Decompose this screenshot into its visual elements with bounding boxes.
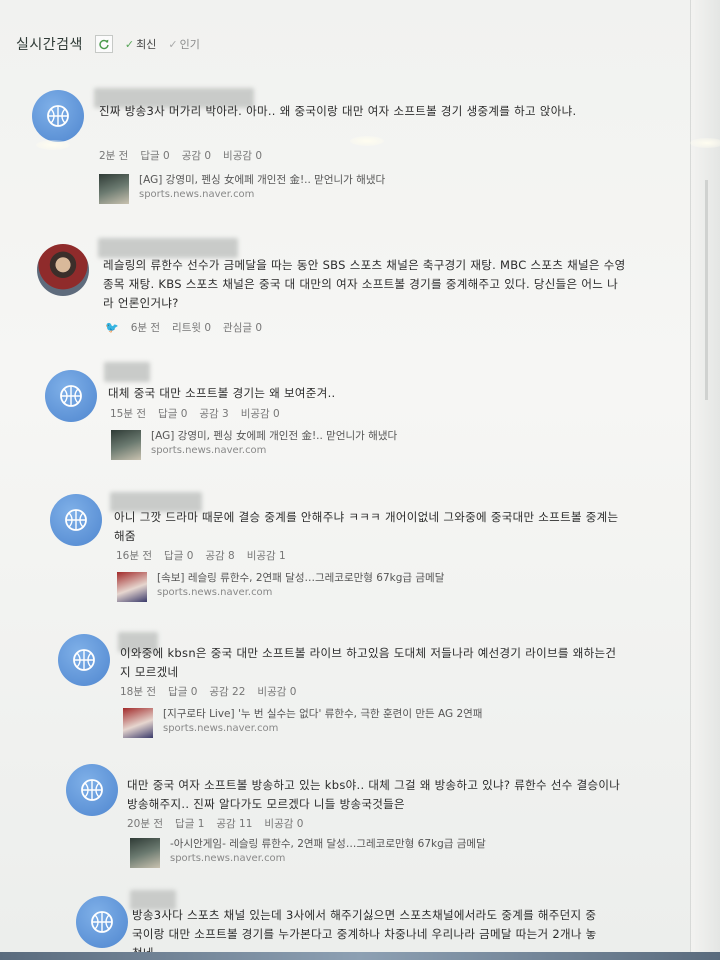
article-thumbnail xyxy=(111,430,141,460)
article-source: sports.news.naver.com xyxy=(163,723,279,734)
basketball-icon xyxy=(60,385,82,407)
article-thumbnail xyxy=(99,174,129,204)
avatar[interactable] xyxy=(76,896,128,948)
post-text: 진짜 방송3사 머가리 박아라. 아마.. 왜 중국이랑 대만 여자 소프트볼 … xyxy=(99,104,577,118)
light-reflection xyxy=(36,140,70,150)
avatar[interactable] xyxy=(37,244,89,296)
basketball-icon xyxy=(81,779,103,801)
attached-article[interactable]: [AG] 강영미, 펜싱 女에페 개인전 金!.. 맏언니가 해냈다 sport… xyxy=(99,172,579,206)
avatar[interactable] xyxy=(66,764,118,816)
interest-link[interactable]: 관심글 0 xyxy=(223,320,262,335)
attached-article[interactable]: [지구로타 Live] '누 번 실수는 없다' 류한수, 극한 훈련이 만든 … xyxy=(123,706,623,740)
article-title[interactable]: [지구로타 Live] '누 번 실수는 없다' 류한수, 극한 훈련이 만든 … xyxy=(163,706,482,721)
post-meta: 🐦 6분 전 리트윗 0 관심글 0 xyxy=(105,320,262,335)
like-link[interactable]: 공감 0 xyxy=(182,148,211,163)
filter-popular-label: 인기 xyxy=(179,38,200,51)
username-blurred xyxy=(104,362,150,382)
taskbar xyxy=(0,952,720,960)
refresh-button[interactable] xyxy=(94,35,113,53)
article-title[interactable]: [속보] 레슬링 류한수, 2연패 달성…그레코로만형 67kg급 금메달 xyxy=(157,570,444,585)
avatar[interactable] xyxy=(32,90,84,142)
article-source: sports.news.naver.com xyxy=(170,853,286,864)
basketball-icon xyxy=(91,911,113,933)
attached-article[interactable]: [속보] 레슬링 류한수, 2연패 달성…그레코로만형 67kg급 금메달 sp… xyxy=(117,570,617,604)
article-source: sports.news.naver.com xyxy=(157,587,273,598)
realtime-search-header: 실시간검색 ✓ 최신 ✓ 인기 xyxy=(16,34,200,54)
post-meta: 20분 전 답글 1 공감 11 비공감 0 xyxy=(127,816,303,831)
basketball-icon xyxy=(65,509,87,531)
like-link[interactable]: 공감 8 xyxy=(205,548,234,563)
attached-article[interactable]: -아시안게임- 레슬링 류한수, 2연패 달성…그레코로만형 67kg급 금메달… xyxy=(130,836,630,870)
like-link[interactable]: 공감 22 xyxy=(209,684,245,699)
filter-latest-label: 최신 xyxy=(136,38,157,51)
check-icon: ✓ xyxy=(168,37,178,51)
basketball-icon xyxy=(47,105,69,127)
page-title: 실시간검색 xyxy=(16,37,83,53)
post-time: 16분 전 xyxy=(116,550,153,562)
scrollbar[interactable] xyxy=(705,180,708,400)
reply-link[interactable]: 답글 0 xyxy=(168,684,197,699)
reply-link[interactable]: 답글 0 xyxy=(164,548,193,563)
post-text: 이와중에 kbsn은 중국 대만 소프트볼 라이브 하고있음 도대체 저들나라 … xyxy=(120,646,617,679)
basketball-icon xyxy=(73,649,95,671)
avatar[interactable] xyxy=(50,494,102,546)
post-time: 15분 전 xyxy=(110,408,147,420)
avatar[interactable] xyxy=(45,370,97,422)
article-title[interactable]: [AG] 강영미, 펜싱 女에페 개인전 金!.. 맏언니가 해냈다 xyxy=(151,428,397,443)
post-text: 대체 중국 대만 소프트볼 경기는 왜 보여준겨.. xyxy=(108,386,336,400)
dislike-link[interactable]: 비공감 0 xyxy=(241,406,280,421)
article-thumbnail xyxy=(130,838,160,868)
reply-link[interactable]: 답글 0 xyxy=(140,148,169,163)
post-meta: 15분 전 답글 0 공감 3 비공감 0 xyxy=(110,406,280,421)
light-reflection xyxy=(350,136,384,146)
screen: 실시간검색 ✓ 최신 ✓ 인기 진짜 방송3사 머가리 박아라. 아마.. 왜 … xyxy=(0,0,720,960)
article-source: sports.news.naver.com xyxy=(139,189,255,200)
post-text: 방송3사다 스포츠 채널 있는데 3사에서 해주기싫으면 스포츠채널에서라도 중… xyxy=(132,908,597,958)
post-time: 6분 전 xyxy=(130,322,161,334)
like-link[interactable]: 공감 3 xyxy=(199,406,228,421)
article-thumbnail xyxy=(117,572,147,602)
filter-popular[interactable]: ✓ 인기 xyxy=(168,36,199,52)
filter-latest[interactable]: ✓ 최신 xyxy=(125,36,156,52)
check-icon: ✓ xyxy=(124,37,135,51)
post-time: 20분 전 xyxy=(127,818,164,830)
reply-link[interactable]: 답글 1 xyxy=(175,816,204,831)
attached-article[interactable]: [AG] 강영미, 펜싱 女에페 개인전 金!.. 맏언니가 해냈다 sport… xyxy=(111,428,591,462)
post-text: 레슬링의 류한수 선수가 금메달을 따는 동안 SBS 스포츠 채널은 축구경기… xyxy=(103,258,626,310)
post-time: 18분 전 xyxy=(120,686,157,698)
post-meta: 16분 전 답글 0 공감 8 비공감 1 xyxy=(116,548,286,563)
reply-link[interactable]: 답글 0 xyxy=(158,406,187,421)
post-text: 대만 중국 여자 소프트볼 방송하고 있는 kbs야.. 대체 그걸 왜 방송하… xyxy=(127,778,621,811)
refresh-icon xyxy=(99,39,109,50)
post-text: 아니 그깟 드라마 때문에 결승 중계를 안해주냐 ㅋㅋㅋ 개어이없네 그와중에… xyxy=(114,510,619,543)
dislike-link[interactable]: 비공감 0 xyxy=(223,148,262,163)
dislike-link[interactable]: 비공감 0 xyxy=(257,684,296,699)
article-thumbnail xyxy=(123,708,153,738)
username-blurred xyxy=(98,238,238,258)
post-meta: 18분 전 답글 0 공감 22 비공감 0 xyxy=(120,684,296,699)
avatar[interactable] xyxy=(58,634,110,686)
dislike-link[interactable]: 비공감 0 xyxy=(264,816,303,831)
article-title[interactable]: -아시안게임- 레슬링 류한수, 2연패 달성…그레코로만형 67kg급 금메달 xyxy=(170,836,486,851)
post-meta: 2분 전 답글 0 공감 0 비공감 0 xyxy=(99,148,262,163)
light-reflection xyxy=(690,138,720,148)
post-time: 2분 전 xyxy=(99,150,129,162)
retweet-link[interactable]: 리트윗 0 xyxy=(172,320,211,335)
article-source: sports.news.naver.com xyxy=(151,445,267,456)
dislike-link[interactable]: 비공감 1 xyxy=(247,548,286,563)
twitter-bird-icon: 🐦 xyxy=(105,321,119,334)
article-title[interactable]: [AG] 강영미, 펜싱 女에페 개인전 金!.. 맏언니가 해냈다 xyxy=(139,172,385,187)
like-link[interactable]: 공감 11 xyxy=(216,816,252,831)
